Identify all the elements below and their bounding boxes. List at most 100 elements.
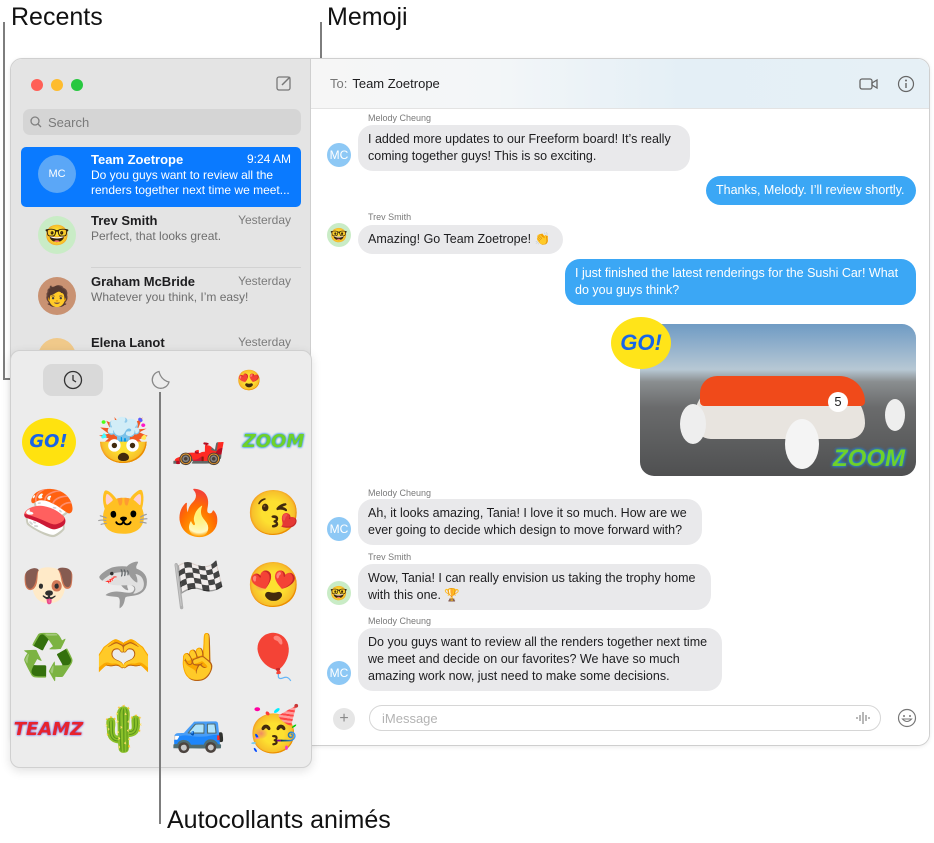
message-bubble: Amazing! Go Team Zoetrope! 👏 — [358, 225, 563, 254]
add-attachment-button[interactable]: + — [333, 708, 355, 730]
recycle-sticker[interactable]: ♻️ — [11, 622, 86, 694]
conversation-preview: Whatever you think, I’m easy! — [91, 290, 249, 304]
sticker-glyph: 🫶 — [96, 633, 151, 682]
zoom-button[interactable] — [71, 79, 83, 91]
blowing-kiss-memoji[interactable]: 😘 — [236, 478, 311, 550]
sticker-glyph: ♻️ — [21, 633, 76, 682]
zoom-sticker[interactable]: ZOOM — [236, 406, 311, 478]
search-field[interactable]: Search — [23, 109, 301, 135]
callout-memoji: Memoji — [327, 3, 408, 31]
sender-avatar: MC — [327, 517, 351, 541]
close-button[interactable] — [31, 79, 43, 91]
clock-icon — [63, 370, 83, 390]
conversation-trev-smith[interactable]: 🤓 Trev Smith Yesterday Perfect, that loo… — [21, 208, 301, 268]
conversation-time: Yesterday — [238, 274, 291, 288]
heart-eyes-memoji[interactable]: 😍 — [236, 550, 311, 622]
tab-memoji[interactable]: 😍 — [219, 364, 279, 396]
party-memoji[interactable]: 🥳 — [236, 694, 311, 766]
tab-stickers[interactable] — [131, 364, 191, 396]
car-number: 5 — [828, 392, 848, 412]
sushi-sticker[interactable]: 🍣 — [11, 478, 86, 550]
peel-sticker-icon — [151, 370, 170, 389]
sticker-glyph: 🐱 — [96, 489, 151, 538]
group-avatar-initials: MC — [48, 168, 66, 180]
sender-name: Trev Smith — [368, 212, 412, 222]
chat-pane: To: Team Zoetrope Melody Cheung MC I add… — [311, 59, 929, 745]
conversation-preview: Perfect, that looks great. — [91, 229, 222, 243]
team-z-sticker[interactable]: TEAMZ — [11, 694, 86, 766]
race-car-sticker[interactable]: 🏎️ — [161, 406, 236, 478]
hot-air-balloon-sticker[interactable]: 🎈 — [236, 622, 311, 694]
sender-avatar: MC — [327, 661, 351, 685]
callout-line-recents — [3, 22, 5, 380]
sticker-glyph: 🐶 — [21, 561, 76, 610]
callout-recents: Recents — [11, 3, 103, 31]
wheel — [885, 399, 905, 431]
group-avatar: MC — [38, 155, 76, 193]
dog-in-coat-sticker[interactable]: 🐶 — [11, 550, 86, 622]
callout-line-live-stickers — [159, 392, 161, 824]
imessage-input[interactable]: iMessage — [369, 705, 881, 731]
message-bubble: Ah, it looks amazing, Tania! I love it s… — [358, 499, 702, 545]
sender-name: Melody Cheung — [368, 616, 432, 626]
emoji-icon[interactable] — [897, 708, 917, 728]
conversation-graham-mcbride[interactable]: 🧑 Graham McBride Yesterday Whatever you … — [21, 269, 301, 329]
message-bubble: Wow, Tania! I can really envision us tak… — [358, 564, 711, 610]
go-sticker[interactable]: GO! — [11, 406, 86, 478]
go-sticker[interactable]: GO! — [611, 317, 671, 369]
checkered-flag-sticker[interactable]: 🏁 — [161, 550, 236, 622]
message-bubble: Thanks, Melody. I’ll review shortly. — [706, 176, 916, 205]
blue-car-sticker[interactable]: 🚙 — [161, 694, 236, 766]
sticker-glyph: ZOOM — [242, 431, 305, 452]
conversation-time: Yesterday — [238, 213, 291, 227]
mind-blown-memoji[interactable]: 🤯 — [86, 406, 161, 478]
sticker-glyph: 🏁 — [171, 561, 226, 610]
sticker-glyph: 😍 — [246, 561, 301, 610]
conversation-preview: Do you guys want to review all the rende… — [91, 168, 290, 197]
sticker-popover: 😍 GO! 🤯 🏎️ ZOOM 🍣 🐱 🔥 😘 🐶 🦈 🏁 😍 ♻️ 🫶 ☝️ 🎈 TEAMZ 🌵 🚙 🥳 — [10, 350, 312, 768]
sticker-glyph: ☝️ — [171, 633, 226, 682]
sender-avatar: 🤓 — [327, 223, 351, 247]
cactus-sticker[interactable]: 🌵 — [86, 694, 161, 766]
waveform-icon[interactable] — [856, 712, 870, 724]
minimize-button[interactable] — [51, 79, 63, 91]
graham-avatar: 🧑 — [38, 277, 76, 315]
video-camera-icon[interactable] — [859, 75, 879, 93]
foam-finger-sticker[interactable]: ☝️ — [161, 622, 236, 694]
sticker-glyph: 😘 — [246, 489, 301, 538]
sticker-glyph: 🎈 — [246, 633, 301, 682]
info-icon[interactable] — [896, 75, 916, 93]
sticker-glyph: 🏎️ — [171, 417, 226, 466]
tab-recents[interactable] — [43, 364, 103, 396]
sticker-glyph: 🥳 — [246, 705, 301, 754]
zoom-sticker[interactable]: ZOOM — [833, 445, 905, 473]
sticker-glyph: 🍣 — [21, 489, 76, 538]
sticker-glyph: 🦈 — [96, 561, 151, 610]
cat-sticker[interactable]: 🐱 — [86, 478, 161, 550]
flaming-car-sticker[interactable]: 🔥 — [161, 478, 236, 550]
recipient-name[interactable]: Team Zoetrope — [352, 76, 439, 91]
compose-icon[interactable] — [276, 75, 292, 91]
sticker-glyph: 🚙 — [171, 705, 226, 754]
callout-live-stickers: Autocollants animés — [167, 806, 391, 834]
message-bubble: Do you guys want to review all the rende… — [358, 628, 722, 691]
trev-avatar: 🤓 — [38, 216, 76, 254]
message-bubble: I added more updates to our Freeform boa… — [358, 125, 690, 171]
wheel — [680, 404, 706, 444]
message-bubble: I just finished the latest renderings fo… — [565, 259, 916, 305]
search-icon — [30, 116, 42, 128]
conversation-team-zoetrope[interactable]: MC Team Zoetrope 9:24 AM Do you guys wan… — [21, 147, 301, 207]
wheel — [785, 419, 819, 469]
sticker-glyph: 🔥 — [171, 489, 226, 538]
shark-mouth-sticker[interactable]: 🦈 — [86, 550, 161, 622]
window-controls — [31, 79, 83, 91]
chat-header: To: Team Zoetrope — [311, 59, 929, 109]
memoji-icon: 😍 — [236, 369, 262, 392]
divider — [91, 267, 301, 268]
sticker-glyph: GO! — [21, 418, 76, 466]
sticker-glyph: TEAMZ — [13, 719, 84, 740]
heart-hands-memoji[interactable]: 🫶 — [86, 622, 161, 694]
imessage-placeholder: iMessage — [382, 710, 438, 726]
sender-name: Trev Smith — [368, 552, 412, 562]
conversation-time: Yesterday — [238, 335, 291, 349]
